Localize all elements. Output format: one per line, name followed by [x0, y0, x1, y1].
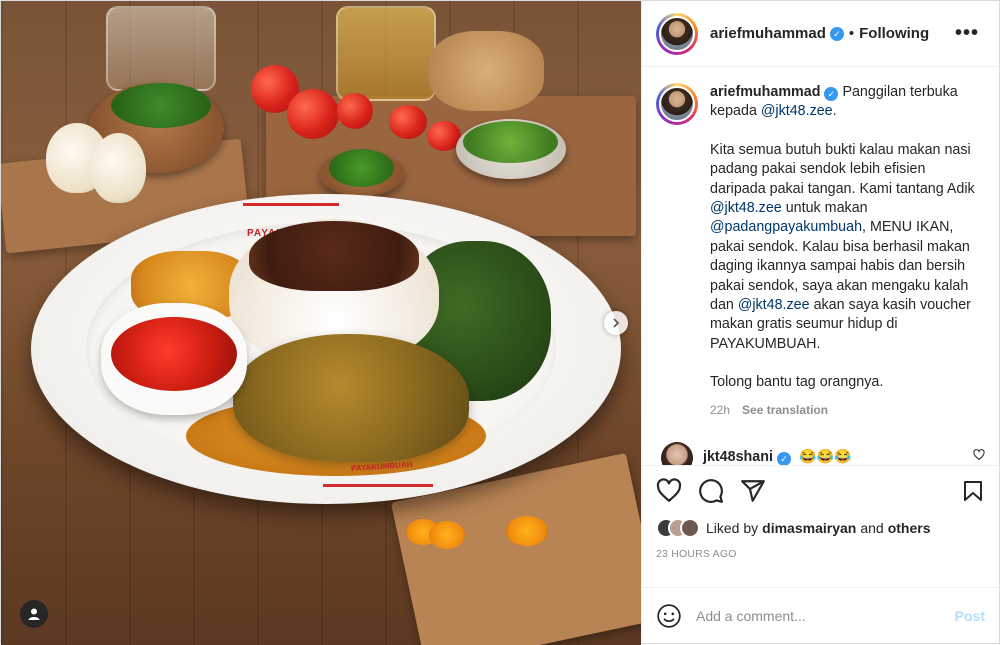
green-chili	[111, 83, 211, 128]
mention-link[interactable]: @jkt48.zee	[738, 297, 810, 313]
mention-link[interactable]: @padangpayakumbuah	[710, 219, 862, 235]
caption-meta: 22h See translation	[710, 401, 985, 420]
post-sidebar: ariefmuhammad ✓ • Following ••• ariefmuh…	[641, 1, 999, 643]
curry-fish	[233, 334, 469, 462]
turmeric-slice-2	[429, 521, 465, 549]
rendang-topping	[249, 221, 419, 291]
likes-summary: Liked by dimasmairyan and others	[656, 518, 985, 538]
emoji-button[interactable]	[656, 603, 682, 629]
verified-icon: ✓	[824, 87, 839, 101]
likes-others-link[interactable]: others	[888, 520, 931, 536]
caption-body: ariefmuhammad ✓ Panggilan terbuka kepada …	[710, 83, 985, 420]
verified-icon: ✓	[776, 452, 791, 465]
comment-text: 😂😂😂	[799, 448, 852, 465]
caption-text: Kita semua butuh bukti kalau makan nasi …	[710, 141, 975, 197]
caption-text: .	[832, 103, 837, 120]
like-button[interactable]	[656, 478, 682, 504]
liker-avatar	[680, 518, 700, 538]
comment-username[interactable]: jkt48shani	[703, 449, 773, 465]
tomato-3	[337, 93, 373, 129]
post-header: ariefmuhammad ✓ • Following •••	[642, 1, 999, 67]
comment: jkt48shani ✓ 😂😂😂	[656, 442, 985, 465]
tomato-2	[287, 89, 339, 139]
likers-avatars	[656, 518, 700, 538]
story-ring[interactable]	[656, 12, 698, 55]
comment-button[interactable]	[698, 478, 724, 504]
add-comment-bar: Post	[642, 587, 999, 643]
caption-paragraph: Kita semua butuh bukti kalau makan nasi …	[710, 141, 985, 354]
see-translation-button[interactable]: See translation	[742, 403, 828, 417]
caption-story-ring[interactable]	[656, 83, 698, 125]
comment-icon	[699, 479, 723, 503]
action-icons	[656, 478, 985, 504]
chili-pieces	[329, 149, 394, 187]
caption-text: untuk makan	[785, 200, 868, 217]
header-username[interactable]: ariefmuhammad	[710, 25, 826, 42]
emoji-icon	[657, 603, 681, 628]
likes-joiner: and	[860, 520, 884, 536]
separator-dot: •	[848, 25, 855, 42]
post-timestamp[interactable]: 23 HOURS AGO	[656, 548, 985, 560]
likes-prefix: Liked by	[706, 520, 759, 536]
caption-paragraph: Tolong bantu tag orangnya.	[710, 374, 884, 391]
liker-username[interactable]: dimasmairyan	[762, 520, 856, 536]
comments-section[interactable]: ariefmuhammad ✓ Panggilan terbuka kepada …	[642, 67, 999, 465]
more-options-button[interactable]: •••	[949, 22, 985, 45]
comment-like-button[interactable]	[973, 448, 985, 465]
caption-username[interactable]: ariefmuhammad	[710, 84, 820, 100]
mention-link[interactable]: @jkt48.zee	[710, 200, 782, 216]
oil-jar	[336, 6, 436, 101]
caption-time: 22h	[710, 402, 731, 417]
post-comment-button[interactable]: Post	[955, 608, 985, 624]
mention-link[interactable]: @jkt48.zee	[761, 103, 833, 119]
avatar	[659, 15, 695, 52]
user-tag-button[interactable]	[20, 600, 48, 628]
caption: ariefmuhammad ✓ Panggilan terbuka kepada …	[656, 83, 985, 420]
green-peppers	[463, 121, 558, 163]
verified-icon: ✓	[829, 26, 844, 41]
ginger	[429, 31, 544, 111]
heart-icon	[656, 478, 682, 502]
following-button[interactable]: Following	[859, 25, 929, 42]
plate-logo-bottom	[323, 471, 433, 487]
commenter-avatar[interactable]	[661, 442, 693, 465]
turmeric-slice-3	[506, 516, 548, 546]
caption-avatar	[659, 86, 695, 122]
bookmark-icon	[964, 481, 982, 501]
sambal	[111, 317, 237, 391]
instagram-post: PAYAKUMBUAH PAYAKUMBUAH ariefmuhammad ✓ …	[0, 0, 1000, 645]
next-photo-button[interactable]	[604, 311, 628, 335]
user-tag-icon	[28, 608, 40, 620]
next-icon	[613, 318, 620, 328]
heart-icon	[973, 449, 985, 461]
post-photo[interactable]: PAYAKUMBUAH PAYAKUMBUAH	[1, 1, 641, 645]
comment-input[interactable]	[696, 607, 955, 624]
tomato-4	[389, 105, 427, 139]
share-button[interactable]	[740, 478, 766, 504]
save-button[interactable]	[961, 478, 985, 504]
action-bar: Liked by dimasmairyan and others 23 HOUR…	[642, 465, 999, 587]
share-icon	[741, 480, 765, 502]
garlic-2	[91, 133, 146, 203]
glass-jar	[106, 6, 216, 91]
